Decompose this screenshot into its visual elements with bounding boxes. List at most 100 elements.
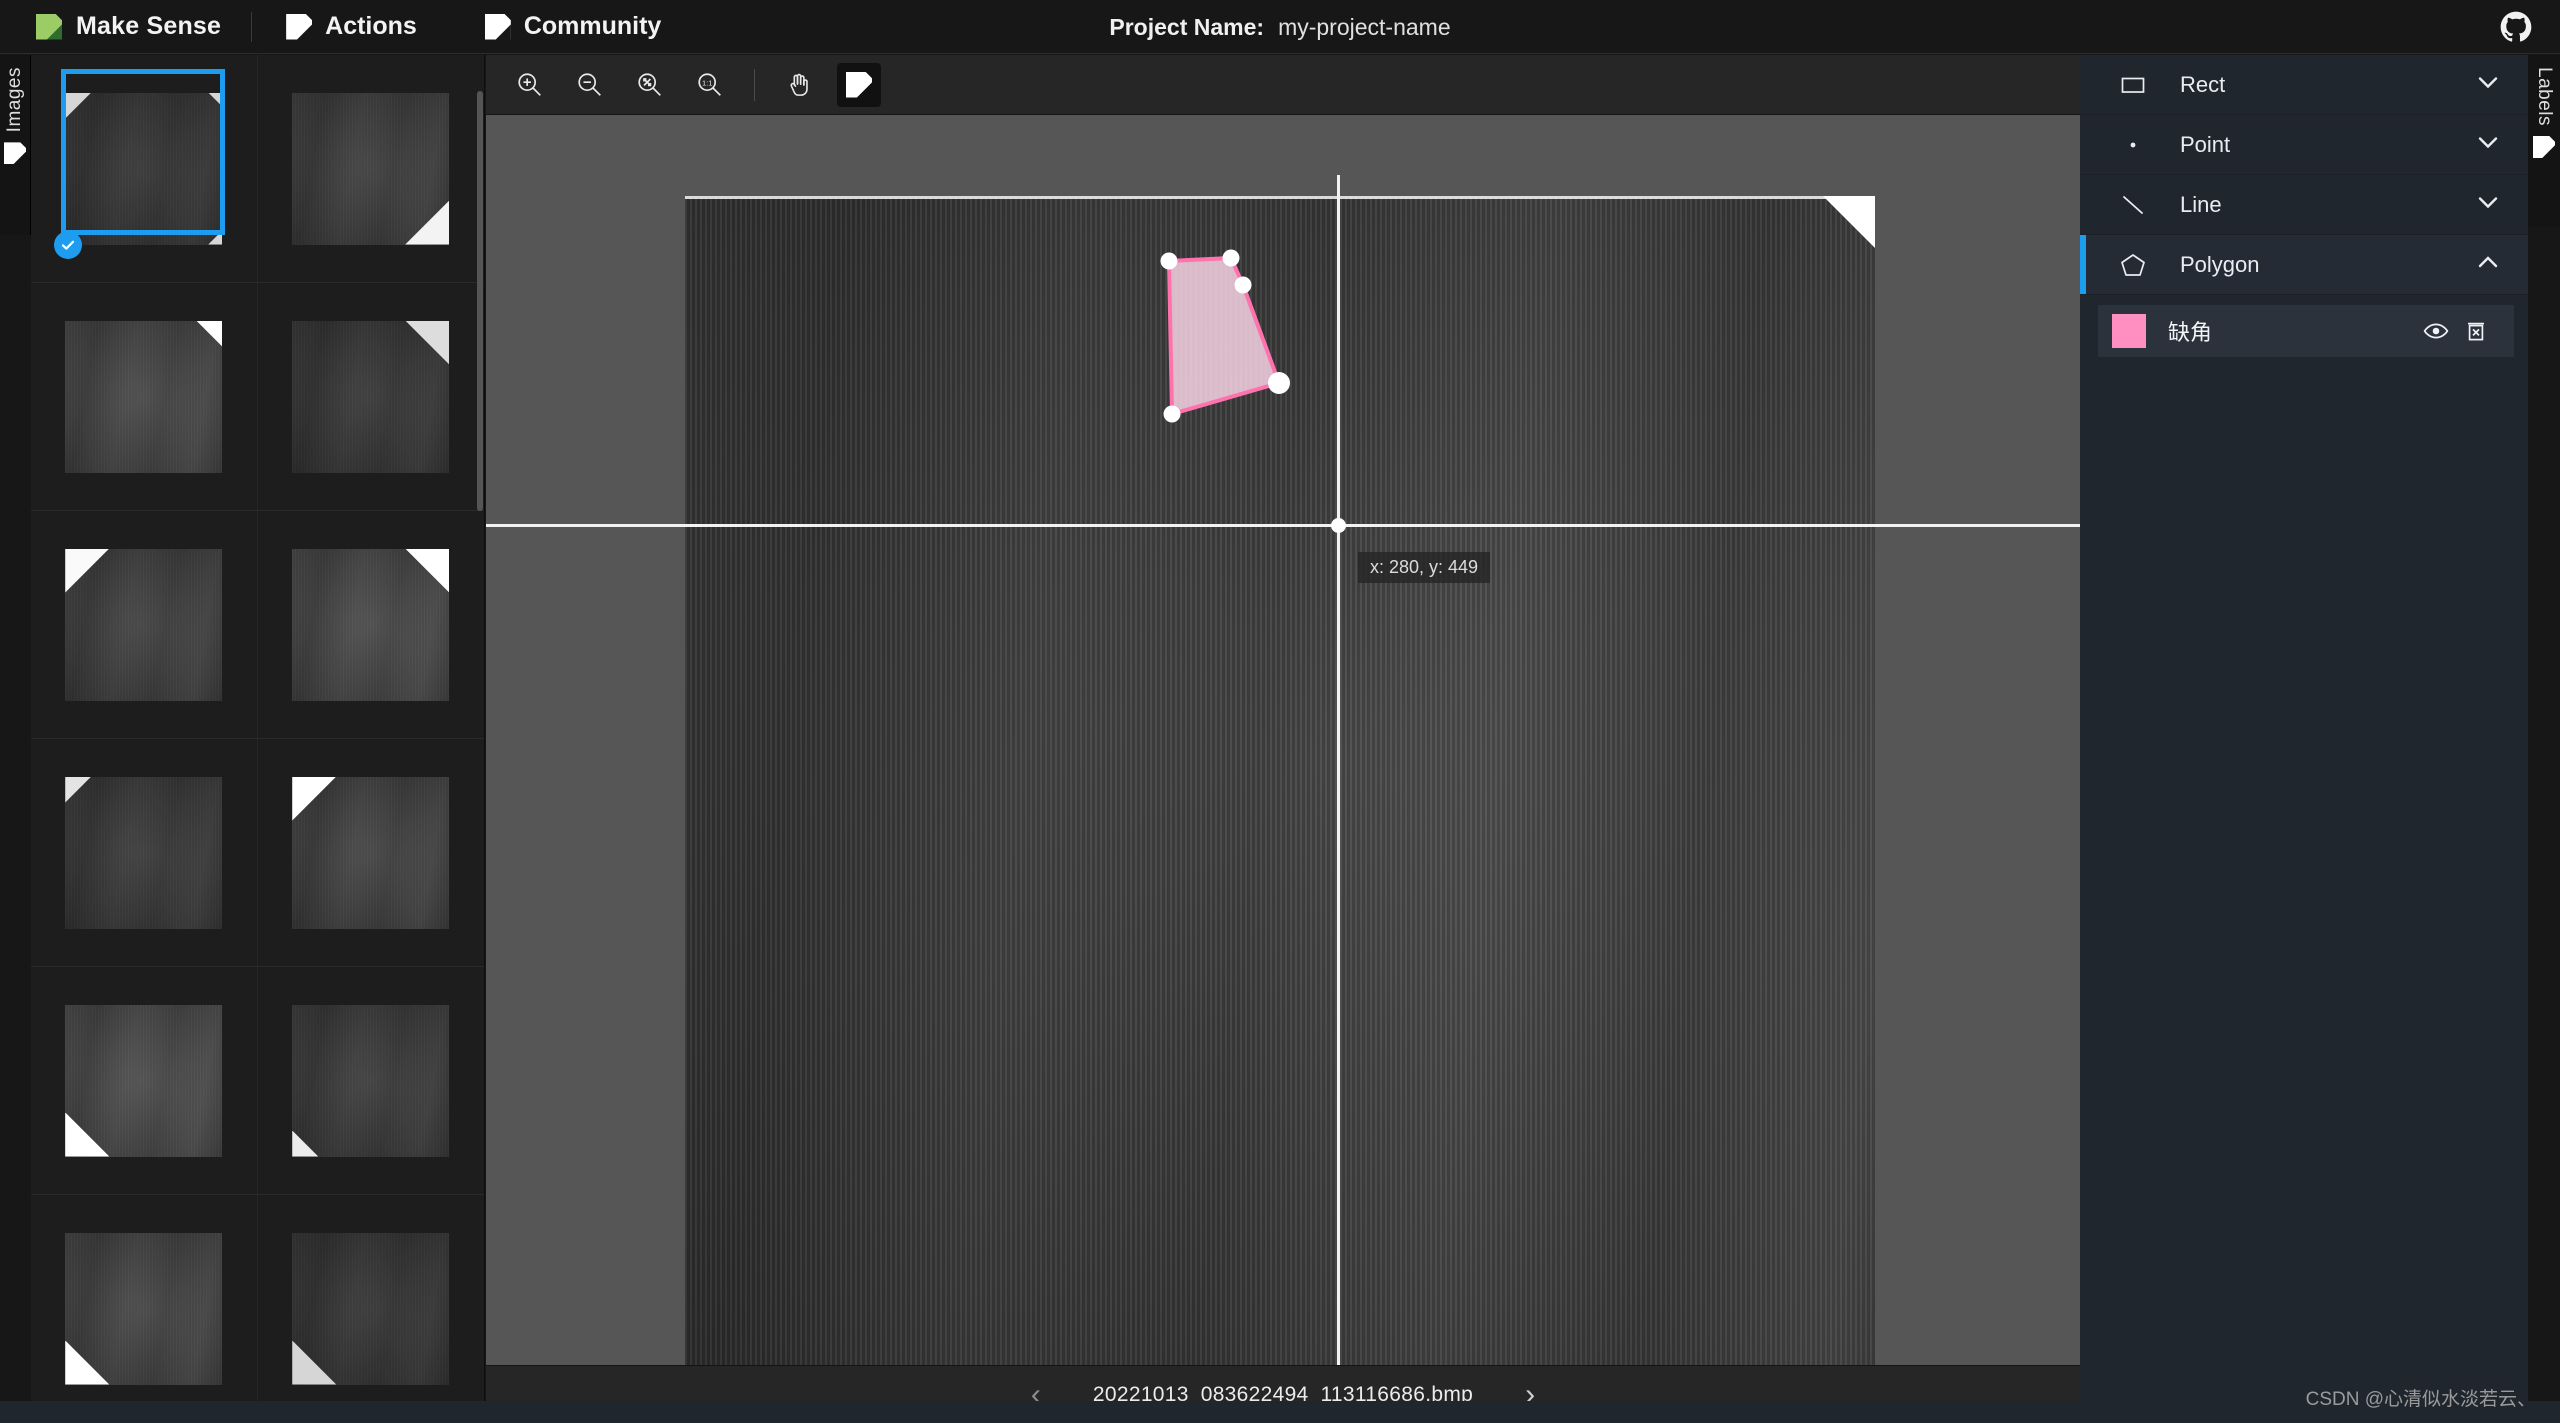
thumbnail-item[interactable]	[257, 55, 484, 283]
thumbnail-item[interactable]	[257, 511, 484, 739]
thumbnail-item[interactable]	[31, 739, 258, 967]
nav-item-community[interactable]: Community	[451, 0, 696, 54]
project-name-input[interactable]: my-project-name	[1278, 14, 1451, 41]
polygon-vertex-handle[interactable]	[1160, 252, 1178, 270]
rect-icon	[2110, 70, 2156, 100]
page-fold-icon	[286, 13, 313, 40]
thumbnail-image	[292, 92, 450, 245]
cursor-coordinates-tooltip: x: 280, y: 449	[1358, 552, 1491, 583]
nav-item-actions-label: Actions	[325, 12, 417, 40]
label-group-point-label: Point	[2180, 131, 2231, 157]
thumbnail-corner-chamfer	[405, 548, 450, 593]
polygon-vertex-handle[interactable]	[1163, 405, 1181, 423]
page-fold-icon	[484, 13, 511, 40]
thumbnail-corner-chamfer	[292, 1130, 319, 1157]
thumbnail-item[interactable]	[31, 967, 258, 1195]
label-group-rect-label: Rect	[2180, 71, 2226, 97]
thumbnail-item[interactable]	[31, 55, 258, 283]
sidebar-tab-images[interactable]: Images	[0, 55, 31, 235]
image-viewport[interactable]: x: 280, y: 449	[486, 115, 2080, 1365]
label-color-swatch[interactable]	[2112, 314, 2146, 348]
thumbnail-corner-chamfer	[65, 1112, 110, 1157]
sidebar-tab-images-label: Images	[4, 67, 25, 133]
page-fold-icon	[2533, 136, 2555, 158]
zoom-out-icon[interactable]	[568, 63, 612, 107]
label-group-point[interactable]: Point	[2080, 115, 2528, 175]
editor-toolbar: 1:1	[486, 55, 2080, 115]
thumbnail-corner-chamfer	[405, 200, 450, 245]
thumbnail-corner-chamfer	[65, 776, 92, 803]
polygon-vertex-handle[interactable]	[1268, 372, 1290, 394]
thumbnail-image	[65, 320, 223, 473]
thumbnail-image	[65, 548, 223, 701]
thumbnail-image	[292, 1232, 450, 1385]
thumbnail-item[interactable]	[31, 283, 258, 511]
thumbnail-corner-chamfer	[405, 320, 450, 365]
svg-text:1:1: 1:1	[702, 78, 712, 87]
label-group-line[interactable]: Line	[2080, 175, 2528, 235]
sidebar-tab-labels-label: Labels	[2534, 67, 2555, 126]
divider	[754, 68, 755, 101]
label-group-line-label: Line	[2180, 191, 2222, 217]
point-icon	[2110, 130, 2156, 160]
label-list-item-name: 缺角	[2168, 320, 2213, 345]
nav-item-actions[interactable]: Actions	[252, 0, 451, 54]
github-icon[interactable]	[2500, 11, 2532, 43]
zoom-in-icon[interactable]	[508, 63, 552, 107]
thumbnail-item[interactable]	[257, 967, 484, 1195]
chevron-up-icon[interactable]	[2474, 248, 2502, 281]
polygon-icon	[2110, 250, 2156, 280]
thumbnail-checked-badge	[54, 231, 82, 259]
zoom-one-to-one-icon[interactable]: 1:1	[688, 63, 732, 107]
label-group-polygon[interactable]: Polygon	[2080, 235, 2528, 295]
thumbnail-corner-chamfer	[292, 776, 337, 821]
thumbnail-image	[292, 1004, 450, 1157]
thumbnail-corner-chamfer	[65, 548, 110, 593]
label-group-rect[interactable]: Rect	[2080, 55, 2528, 115]
thumbnail-item[interactable]	[31, 1195, 258, 1423]
thumbnail-item[interactable]	[257, 739, 484, 967]
polygon-annotation[interactable]	[486, 115, 2080, 1365]
thumbnail-corner-chamfer	[196, 320, 223, 347]
thumbnail-image	[292, 320, 450, 473]
canvas-area: 1:1 x: 280, y: 449 ‹ 20221013_083622494_…	[486, 55, 2080, 1423]
thumbnail-item[interactable]	[31, 511, 258, 739]
sidebar-tab-labels[interactable]: Labels	[2528, 55, 2560, 227]
thumbnail-image	[65, 776, 223, 929]
thumbnail-image	[292, 548, 450, 701]
thumbnail-grid	[31, 55, 484, 1423]
polygon-tool-icon[interactable]	[837, 62, 881, 107]
label-group-polygon-label: Polygon	[2180, 251, 2260, 277]
polygon-shape[interactable]	[1166, 255, 1282, 417]
thumbnail-item[interactable]	[257, 1195, 484, 1423]
pan-hand-icon[interactable]	[777, 63, 821, 107]
brand-logo[interactable]: Make Sense	[0, 0, 251, 54]
thumbnail-corner-chamfer	[292, 1340, 337, 1385]
image-logo-icon	[36, 13, 62, 40]
thumbnail-panel[interactable]	[31, 55, 485, 1423]
thumbnail-item[interactable]	[257, 283, 484, 511]
chevron-down-icon[interactable]	[2474, 188, 2502, 221]
labels-panel: Rect Point Line Polygon 缺角	[2080, 55, 2528, 1423]
eye-icon[interactable]	[2416, 311, 2456, 351]
bottom-strip	[0, 1401, 2560, 1423]
chevron-down-icon[interactable]	[2474, 128, 2502, 161]
thumbnail-corner-chamfer	[65, 1340, 110, 1385]
polygon-vertex-handle[interactable]	[1234, 276, 1252, 294]
thumbnail-image	[65, 1004, 223, 1157]
chevron-down-icon[interactable]	[2474, 68, 2502, 101]
brand-title: Make Sense	[76, 12, 222, 40]
trash-icon[interactable]	[2456, 311, 2496, 351]
thumbnail-image	[292, 776, 450, 929]
top-bar: Make Sense Actions Community Project Nam…	[0, 0, 2560, 54]
polygon-vertex-handle[interactable]	[1222, 249, 1240, 267]
page-fold-icon	[4, 142, 26, 165]
label-list-item[interactable]: 缺角	[2098, 305, 2514, 357]
project-name-label: Project Name:	[1109, 13, 1265, 40]
thumbnail-image	[65, 1232, 223, 1385]
thumbnail-image	[65, 92, 223, 245]
thumbnail-corner-chamfer	[208, 230, 223, 245]
fit-to-screen-icon[interactable]	[628, 63, 672, 107]
nav-item-community-label: Community	[523, 12, 662, 40]
thumbnail-scrollbar[interactable]	[477, 91, 483, 511]
